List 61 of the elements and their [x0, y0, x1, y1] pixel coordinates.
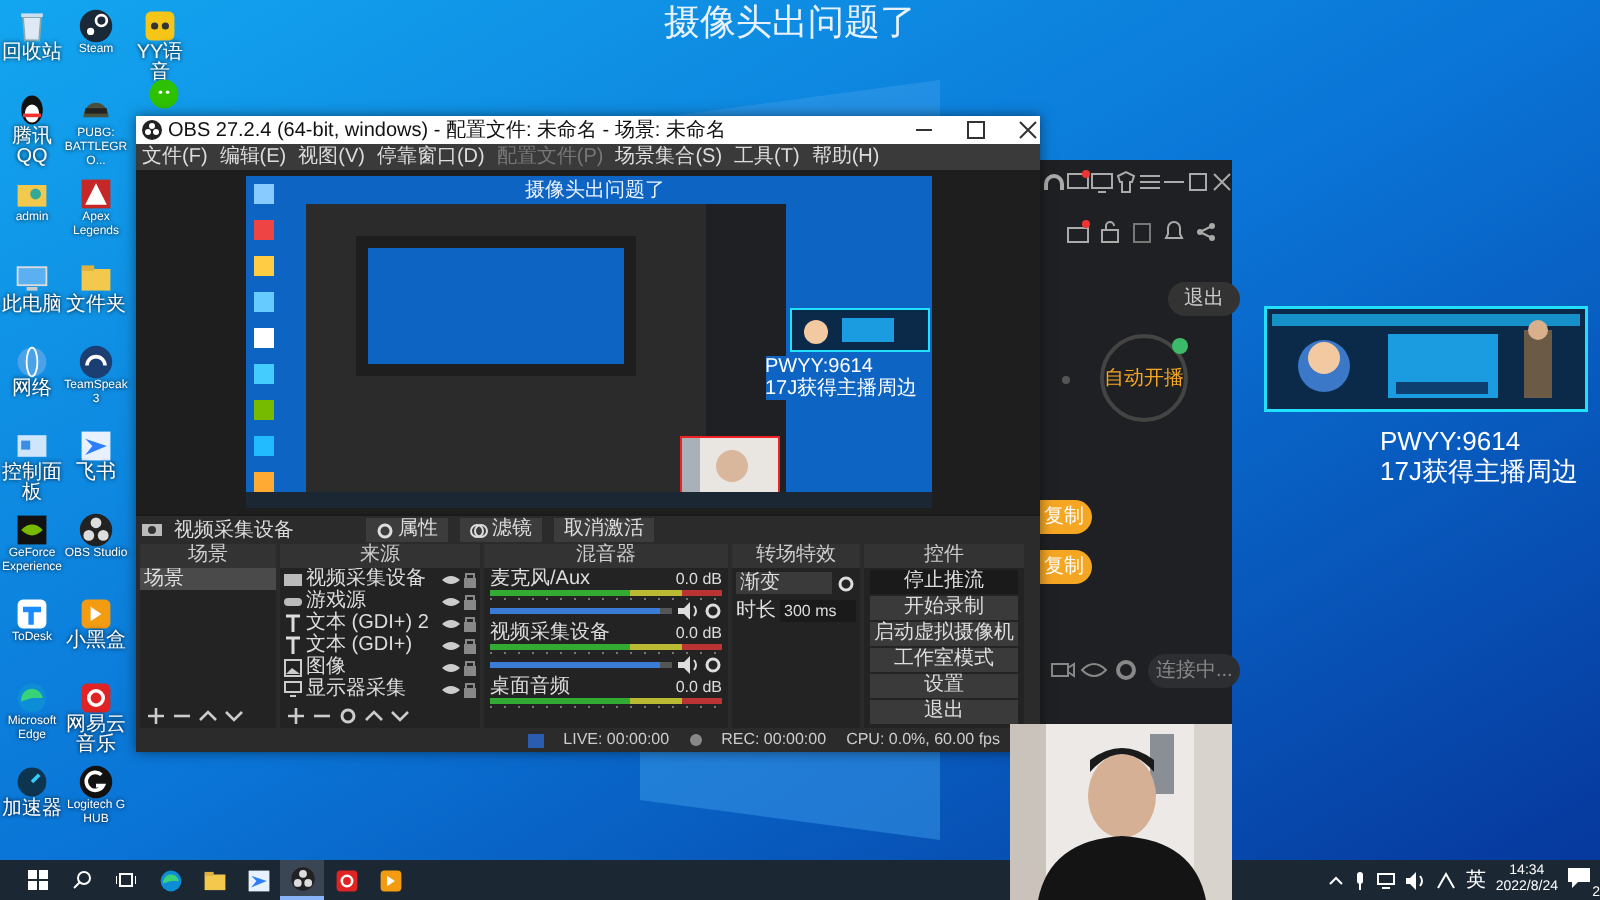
source-item[interactable]: 游戏源: [306, 590, 438, 612]
source-item[interactable]: 文本 (GDI+) 2: [306, 612, 438, 634]
source-item[interactable]: 视频采集设备: [306, 568, 438, 590]
toolbar-button[interactable]: 属性: [366, 518, 448, 542]
icon-label: 文件夹: [64, 296, 128, 316]
icon-label: YY语音: [134, 44, 186, 84]
icon-label: 加速器: [0, 800, 64, 820]
menu-item[interactable]: 文件(F): [142, 144, 208, 170]
icon-label: 回收站: [0, 44, 64, 64]
captured-caption: 摄像头出问题了: [525, 177, 665, 206]
icon-label: 网易云音乐: [64, 716, 128, 756]
menu-item[interactable]: 场景集合(S): [615, 144, 723, 170]
overlay-text: PWYY:9614: [1380, 426, 1523, 456]
screen-caption: 摄像头出问题了: [662, 0, 918, 46]
control-button[interactable]: 开始录制: [870, 596, 1018, 620]
duration-label: 时长: [736, 600, 776, 622]
control-button[interactable]: 退出: [870, 700, 1018, 724]
menu-item[interactable]: 编辑(E): [219, 144, 287, 170]
toolbar-button[interactable]: 取消激活: [554, 518, 654, 542]
icon-label: 小黑盒: [64, 632, 128, 652]
control-button[interactable]: 停止推流: [870, 570, 1018, 594]
db-reading: 0.0 dB: [675, 676, 722, 698]
rec-timer: REC: 00:00:00: [721, 728, 827, 752]
dock-title: 来源: [280, 544, 480, 568]
exit-button[interactable]: 退出: [1168, 282, 1240, 316]
live-timer: LIVE: 00:00:00: [563, 728, 670, 752]
window-title: OBS 27.2.4 (64-bit, windows) - 配置文件: 未命名 - 场景: 未命名: [168, 117, 726, 145]
duration-field[interactable]: 300 ms: [780, 600, 856, 622]
scene-item[interactable]: 场景: [140, 568, 276, 590]
menu-item[interactable]: 帮助(H): [811, 144, 880, 170]
dock-title: 混音器: [484, 544, 728, 568]
icon-label: 控制面板: [0, 464, 64, 504]
channel-name: 桌面音频: [490, 676, 572, 698]
control-button[interactable]: 工作室模式: [870, 648, 1018, 672]
dock-title: 转场特效: [732, 544, 860, 568]
dock-title: 场景: [140, 544, 276, 568]
control-button[interactable]: 设置: [870, 674, 1018, 698]
source-item[interactable]: 显示器采集: [306, 678, 438, 700]
control-button[interactable]: 启动虚拟摄像机: [870, 622, 1018, 646]
menu-item[interactable]: 视图(V): [298, 144, 365, 170]
source-item[interactable]: 图像: [306, 656, 438, 678]
cpu-status: CPU: 0.0%, 60.00 fps: [846, 728, 1000, 752]
captured-overlay-text: 17J获得主播周边: [765, 378, 918, 400]
overlay-text: 17J获得主播周边: [1380, 456, 1578, 486]
icon-label: 网络: [10, 380, 54, 400]
menu-item[interactable]: 停靠窗口(D): [376, 144, 485, 170]
transition-select[interactable]: 渐变: [736, 572, 832, 594]
selected-source-name: 视频采集设备: [174, 517, 294, 543]
icon-label: 飞书: [74, 464, 118, 484]
icon-label: 腾讯QQ: [10, 128, 54, 168]
icon-label: 此电脑: [0, 296, 64, 316]
input-method[interactable]: 英: [1465, 865, 1486, 895]
db-reading: 0.0 dB: [675, 568, 722, 590]
dock-title: 控件: [864, 544, 1024, 568]
source-item[interactable]: 文本 (GDI+): [306, 634, 438, 656]
toolbar-button[interactable]: 滤镜: [460, 518, 542, 542]
channel-name: 麦克风/Aux: [490, 568, 593, 590]
connecting-button[interactable]: 连接中...: [1148, 654, 1241, 688]
menu-item[interactable]: 工具(T): [734, 144, 800, 170]
db-reading: 0.0 dB: [675, 622, 722, 644]
channel-name: 视频采集设备: [490, 622, 612, 644]
